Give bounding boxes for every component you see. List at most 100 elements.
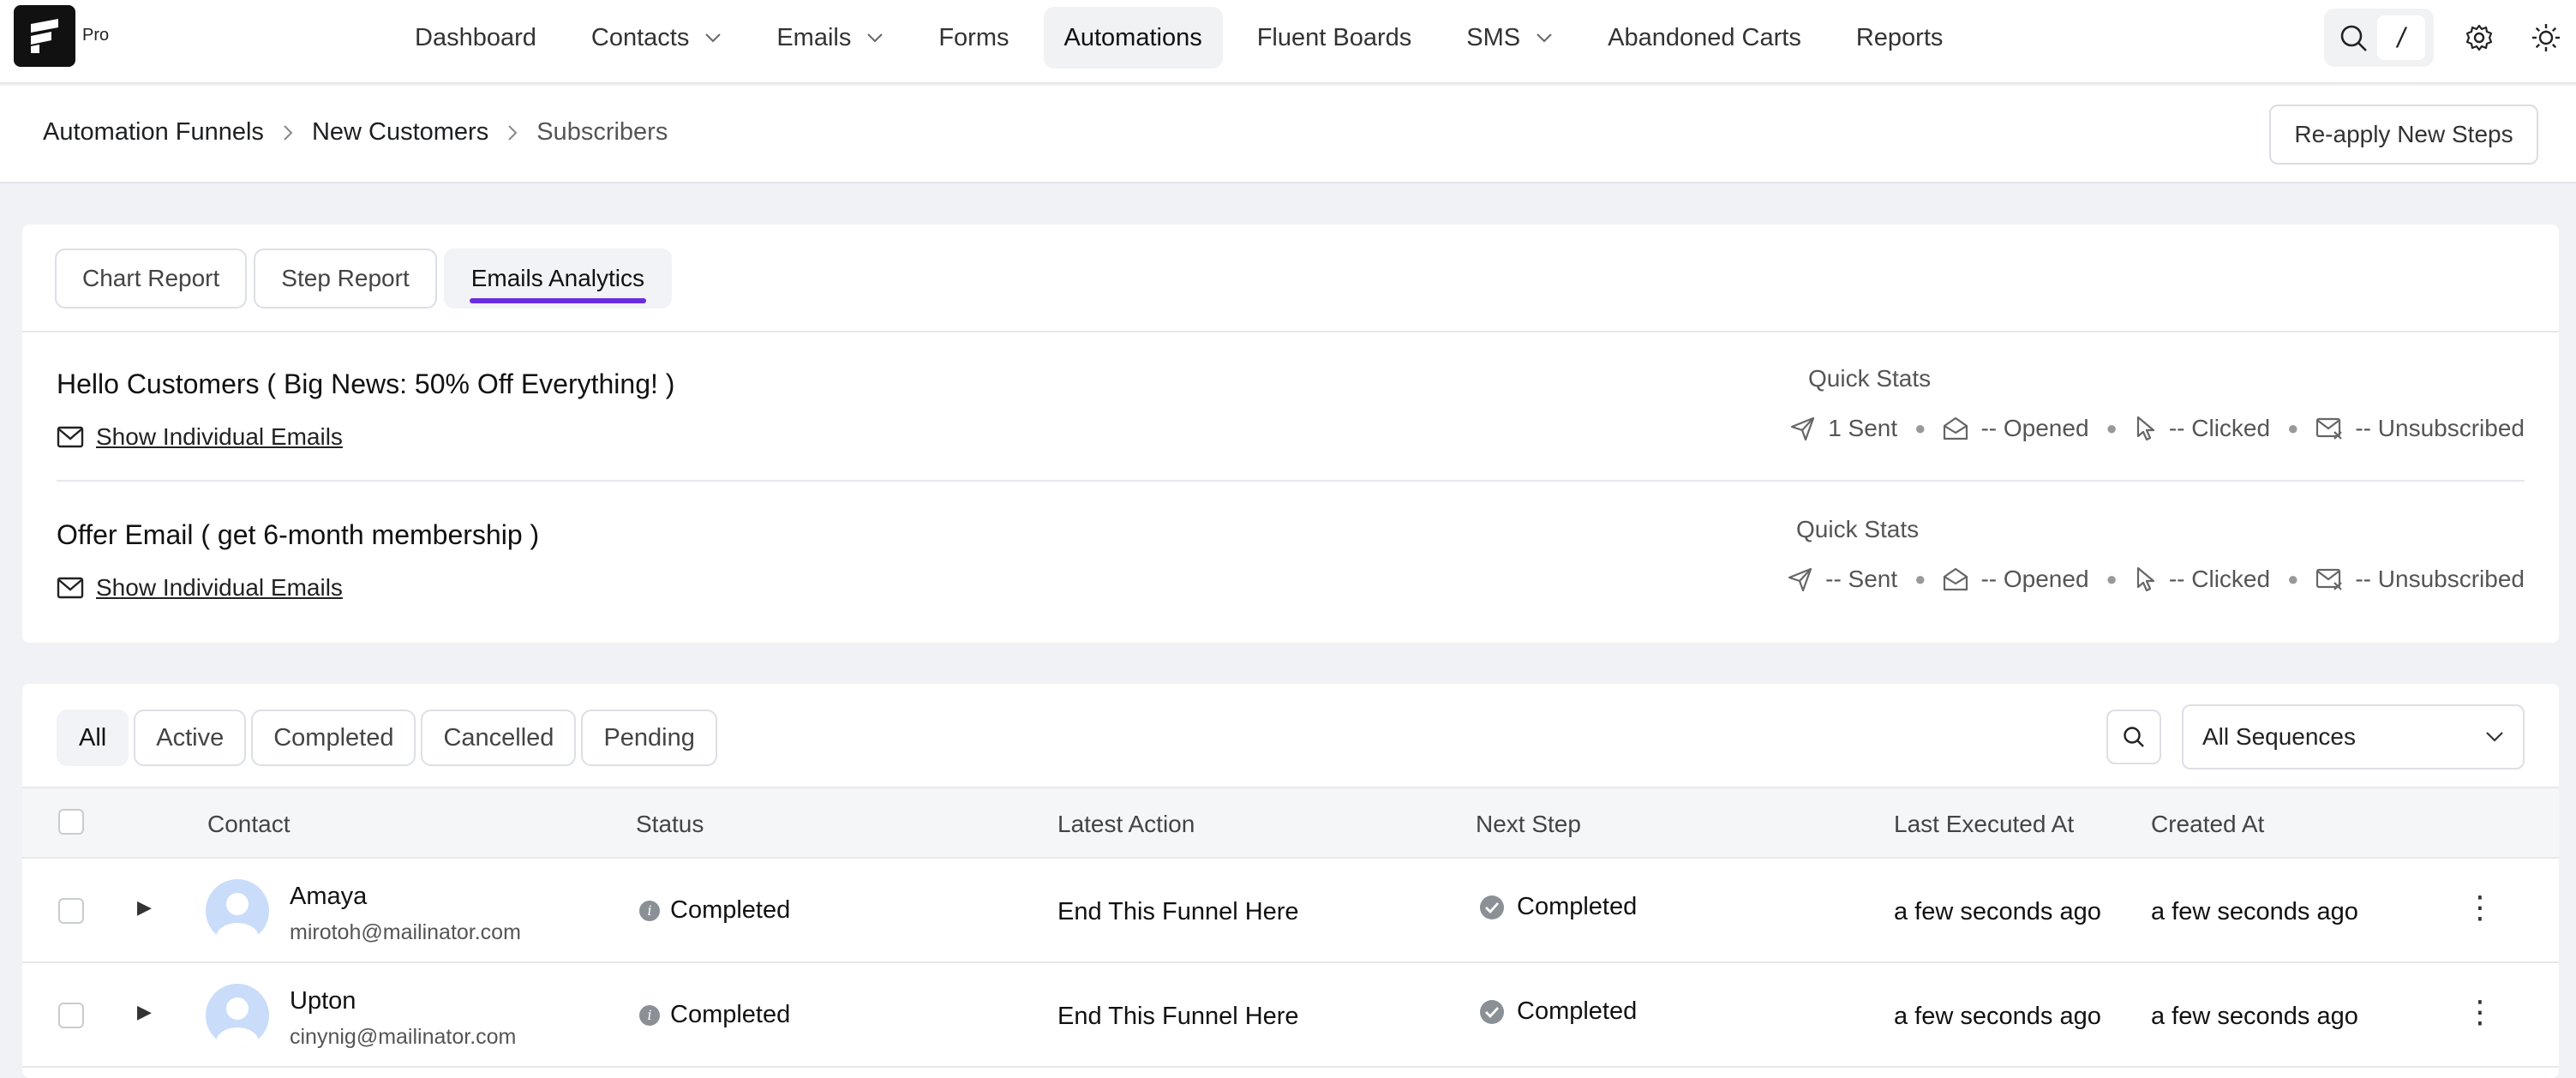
- send-icon: [1791, 416, 1815, 441]
- breadcrumb-new-customers[interactable]: New Customers: [312, 118, 488, 147]
- send-icon: [1788, 567, 1812, 592]
- next-step: Completed: [1479, 893, 1637, 921]
- row-checkbox[interactable]: [58, 898, 84, 924]
- separator-dot: ●: [1914, 568, 1926, 590]
- quick-stats-label: Quick Stats: [1796, 516, 1920, 542]
- link-label: Show Individual Emails: [96, 574, 343, 601]
- cursor-icon: [2136, 416, 2154, 441]
- nav-label: Fluent Boards: [1256, 23, 1412, 51]
- breadcrumb-subscribers: Subscribers: [536, 118, 668, 146]
- mail-icon: [57, 577, 84, 599]
- next-step-text: Completed: [1517, 893, 1638, 920]
- status-badge: i Completed: [639, 896, 790, 925]
- contact-name[interactable]: Upton: [290, 987, 356, 1015]
- nav-abandoned-carts[interactable]: Abandoned Carts: [1587, 7, 1822, 69]
- sequence-select-value: All Sequences: [2202, 723, 2357, 750]
- check-circle-icon: [1480, 895, 1504, 919]
- search-icon: [2340, 25, 2367, 51]
- expand-row-icon[interactable]: ▶: [137, 1001, 152, 1023]
- nav-fluent-boards[interactable]: Fluent Boards: [1237, 7, 1433, 69]
- chevron-down-icon: [1537, 33, 1552, 43]
- nav-label: Dashboard: [415, 23, 536, 51]
- status-filters: All Active Completed Cancelled Pending: [57, 710, 722, 766]
- chevron-right-icon: [508, 124, 518, 141]
- nav-reports[interactable]: Reports: [1836, 7, 1964, 69]
- nav-label: Reports: [1855, 23, 1944, 51]
- chevron-down-icon: [705, 33, 722, 43]
- column-created-at[interactable]: Created At: [2151, 811, 2264, 838]
- nav-emails[interactable]: Emails: [756, 7, 904, 69]
- pro-badge: Pro: [82, 26, 110, 45]
- select-all-checkbox[interactable]: [58, 809, 84, 835]
- table-row[interactable]: ▶ Amaya mirotoh@mailinator.com i Complete…: [22, 859, 2559, 963]
- breadcrumb-automation-funnels[interactable]: Automation Funnels: [43, 118, 264, 147]
- main-nav: Dashboard Contacts Emails Forms Automati…: [394, 7, 1977, 69]
- search-icon: [2124, 727, 2144, 747]
- sequence-select[interactable]: All Sequences: [2182, 704, 2525, 770]
- column-status[interactable]: Status: [636, 811, 704, 838]
- filter-pending[interactable]: Pending: [581, 710, 717, 766]
- expand-row-icon[interactable]: ▶: [137, 896, 152, 919]
- global-search-button[interactable]: /: [2324, 9, 2434, 67]
- nav-dashboard[interactable]: Dashboard: [394, 7, 557, 69]
- table-row[interactable]: ▶ Upton cinynig@mailinator.com i Complete…: [22, 963, 2559, 1068]
- nav-sms[interactable]: SMS: [1446, 7, 1573, 69]
- fluentcrm-logo[interactable]: [14, 5, 75, 67]
- contact-name[interactable]: Amaya: [290, 883, 367, 911]
- sun-icon[interactable]: [2531, 23, 2561, 52]
- table-header: Contact Status Latest Action Next Step L…: [22, 787, 2559, 859]
- report-tabs: Chart Report Step Report Emails Analytic…: [55, 249, 679, 308]
- mail-icon: [57, 426, 84, 448]
- separator-dot: ●: [2106, 568, 2118, 590]
- opened-count: -- Opened: [1980, 566, 2089, 592]
- tab-step-report[interactable]: Step Report: [254, 249, 437, 308]
- row-actions-menu[interactable]: ⋮: [2465, 889, 2495, 925]
- email-analytics-row: Offer Email ( get 6-month membership ) S…: [57, 483, 2525, 632]
- shortcut-key: /: [2377, 15, 2425, 60]
- check-circle-icon: [1480, 999, 1504, 1024]
- gear-icon[interactable]: [2465, 23, 2494, 52]
- created-at: a few seconds ago: [2151, 1003, 2358, 1030]
- column-latest-action[interactable]: Latest Action: [1057, 811, 1195, 838]
- created-at: a few seconds ago: [2151, 898, 2358, 925]
- next-step: Completed: [1479, 997, 1637, 1026]
- email-title: Hello Customers ( Big News: 50% Off Ever…: [57, 368, 675, 399]
- info-icon: i: [639, 1004, 660, 1026]
- nav-automations[interactable]: Automations: [1043, 7, 1223, 69]
- nav-contacts[interactable]: Contacts: [571, 7, 742, 69]
- nav-actions: /: [2324, 7, 2576, 69]
- top-navigation: Pro Dashboard Contacts Emails Forms Auto…: [0, 0, 2576, 84]
- filter-completed[interactable]: Completed: [251, 710, 416, 766]
- filter-all[interactable]: All: [57, 710, 129, 766]
- next-step-text: Completed: [1517, 997, 1638, 1025]
- chevron-down-icon: [2486, 732, 2503, 742]
- mail-x-icon: [2316, 417, 2343, 440]
- filter-cancelled[interactable]: Cancelled: [421, 710, 577, 766]
- latest-action: End This Funnel Here: [1057, 898, 1299, 925]
- mail-open-icon: [1944, 416, 1968, 440]
- sent-count: -- Sent: [1825, 566, 1898, 592]
- filter-active[interactable]: Active: [134, 710, 247, 766]
- nav-label: Abandoned Carts: [1608, 23, 1801, 51]
- tab-emails-analytics[interactable]: Emails Analytics: [443, 249, 673, 308]
- tab-chart-report[interactable]: Chart Report: [55, 249, 248, 308]
- row-checkbox[interactable]: [58, 1003, 84, 1028]
- column-last-executed-at[interactable]: Last Executed At: [1894, 811, 2074, 838]
- column-contact[interactable]: Contact: [207, 811, 291, 838]
- reapply-new-steps-button[interactable]: Re-apply New Steps: [2269, 105, 2538, 165]
- search-button[interactable]: [2106, 710, 2161, 764]
- show-individual-emails-link[interactable]: Show Individual Emails: [57, 574, 343, 602]
- separator-dot: ●: [2287, 568, 2299, 590]
- row-actions-menu[interactable]: ⋮: [2465, 994, 2495, 1030]
- separator-dot: ●: [2287, 417, 2299, 439]
- breadcrumb-bar: Automation Funnels New Customers Subscri…: [0, 86, 2576, 183]
- contact-email: cinynig@mailinator.com: [290, 1025, 517, 1049]
- quick-stats-label: Quick Stats: [1808, 365, 1932, 392]
- nav-label: Forms: [938, 23, 1009, 51]
- show-individual-emails-link[interactable]: Show Individual Emails: [57, 423, 343, 451]
- unsubscribed-count: -- Unsubscribed: [2355, 566, 2525, 592]
- nav-forms[interactable]: Forms: [918, 7, 1029, 69]
- info-icon: i: [639, 900, 660, 921]
- column-next-step[interactable]: Next Step: [1476, 811, 1581, 838]
- report-card: Chart Report Step Report Emails Analytic…: [22, 225, 2559, 643]
